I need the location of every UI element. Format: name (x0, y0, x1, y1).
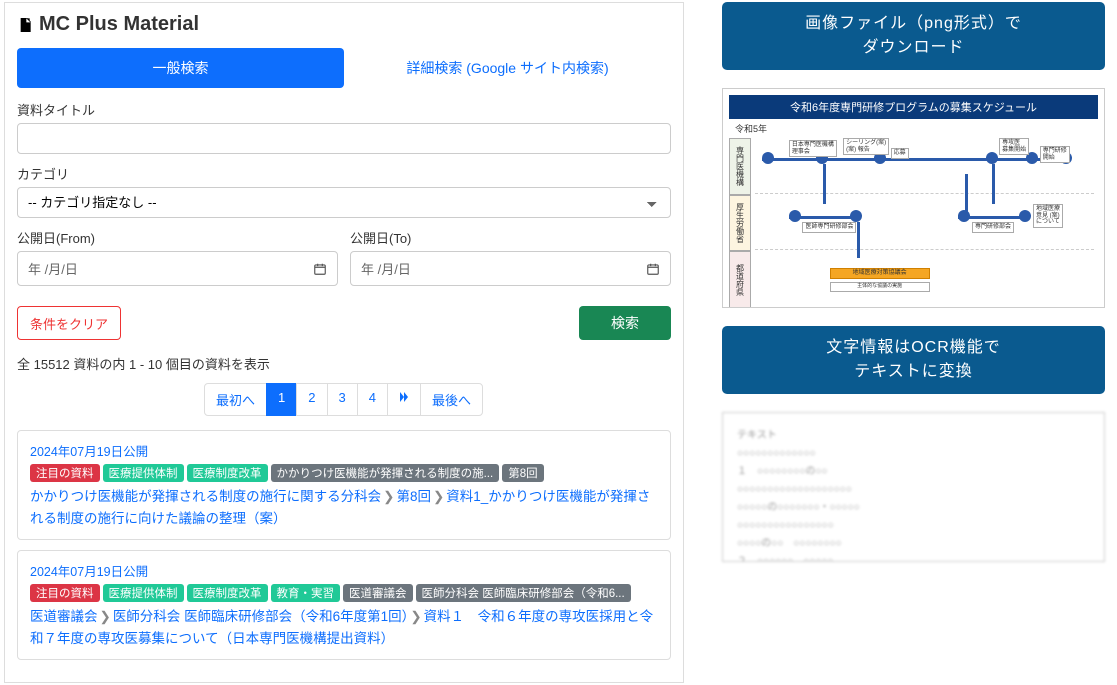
calendar-icon (646, 262, 660, 276)
chevron-right-icon: ❯ (433, 489, 444, 504)
pager-page-1[interactable]: 1 (266, 383, 297, 416)
tag[interactable]: 第8回 (502, 464, 543, 482)
result-breadcrumb: かかりつけ医機能が発揮される制度の施行に関する分科会❯第8回❯資料1_かかりつけ… (30, 486, 658, 529)
title-input[interactable] (17, 123, 671, 154)
category-field-group: カテゴリ -- カテゴリ指定なし -- (17, 164, 671, 218)
tags-row: 注目の資料医療提供体制医療制度改革かかりつけ医機能が発揮される制度の施...第8… (30, 464, 658, 482)
button-row: 条件をクリア 検索 (17, 306, 671, 340)
breadcrumb-link[interactable]: 医師分科会 医師臨床研修部会（令和6年度第1回） (113, 609, 409, 624)
result-item: 2024年07月19日公開注目の資料医療提供体制医療制度改革教育・実習医道審議会… (17, 550, 671, 660)
title-field-group: 資料タイトル (17, 100, 671, 154)
pager-last[interactable]: 最後へ (420, 383, 483, 416)
tag[interactable]: 医療提供体制 (103, 584, 184, 602)
banner1-line1: 画像ファイル（png形式）で (730, 12, 1097, 36)
category-label: カテゴリ (17, 164, 671, 183)
chart-subtitle: 令和5年 (729, 119, 1098, 138)
result-date: 2024年07月19日公開 (30, 441, 658, 460)
tag[interactable]: 注目の資料 (30, 464, 100, 482)
banner1-line2: ダウンロード (730, 36, 1097, 60)
breadcrumb-link[interactable]: かかりつけ医機能が発揮される制度の施行に関する分科会 (30, 489, 381, 504)
date-to-input[interactable]: 年 /月/日 (350, 251, 671, 286)
tag[interactable]: かかりつけ医機能が発揮される制度の施... (271, 464, 500, 482)
date-from-label: 公開日(From) (17, 228, 338, 247)
schedule-chart: 日本専門医機構理事会 シーリング(案)(案) 報告 応募 専攻医募集開始 専門研… (751, 138, 1098, 308)
download-banner: 画像ファイル（png形式）で ダウンロード (722, 2, 1105, 70)
lane-label-3: 都道府県 (729, 251, 751, 308)
tag[interactable]: 医療提供体制 (103, 464, 184, 482)
side-panel: 画像ファイル（png形式）で ダウンロード 令和6年度専門研修プログラムの募集ス… (714, 2, 1113, 683)
search-button[interactable]: 検索 (579, 306, 671, 340)
page-title-row: MC Plus Material (17, 3, 671, 42)
tag[interactable]: 医療制度改革 (187, 464, 268, 482)
pager: 最初へ 1 2 3 4 最後へ (17, 383, 671, 416)
date-range-row: 公開日(From) 年 /月/日 公開日(To) 年 /月/日 (17, 228, 671, 296)
clear-button[interactable]: 条件をクリア (17, 306, 121, 340)
date-to-placeholder: 年 /月/日 (361, 259, 411, 278)
chevron-right-icon: ❯ (383, 489, 394, 504)
tag[interactable]: 医療制度改革 (187, 584, 268, 602)
tag[interactable]: 医師分科会 医師臨床研修部会（令和6... (416, 584, 631, 602)
ocr-banner: 文字情報はOCR機能で テキストに変換 (722, 326, 1105, 394)
result-item: 2024年07月19日公開注目の資料医療提供体制医療制度改革かかりつけ医機能が発… (17, 430, 671, 540)
tag[interactable]: 注目の資料 (30, 584, 100, 602)
chevron-right-icon: ❯ (100, 609, 111, 624)
result-date: 2024年07月19日公開 (30, 561, 658, 580)
banner2-line2: テキストに変換 (730, 360, 1097, 384)
chart-title: 令和6年度専門研修プログラムの募集スケジュール (729, 95, 1098, 119)
search-tabs: 一般検索 詳細検索 (Google サイト内検索) (17, 48, 671, 88)
page-title: MC Plus Material (39, 13, 199, 36)
tag[interactable]: 医道審議会 (343, 584, 413, 602)
date-from-input[interactable]: 年 /月/日 (17, 251, 338, 286)
date-from-placeholder: 年 /月/日 (28, 259, 78, 278)
result-breadcrumb: 医道審議会❯医師分科会 医師臨床研修部会（令和6年度第1回）❯資料１ 令和６年度… (30, 606, 658, 649)
category-select[interactable]: -- カテゴリ指定なし -- (17, 187, 671, 218)
pager-page-2[interactable]: 2 (296, 383, 327, 416)
lane-label-2: 厚生労働省 (729, 195, 751, 252)
lane-label-1: 専門医機構 (729, 138, 751, 195)
image-thumbnail: 令和6年度専門研修プログラムの募集スケジュール 令和5年 専門医機構 厚生労働省… (722, 88, 1105, 308)
breadcrumb-link[interactable]: 医道審議会 (30, 609, 98, 624)
chevron-right-icon: ❯ (410, 609, 421, 624)
pager-first[interactable]: 最初へ (204, 383, 267, 416)
tab-general-search[interactable]: 一般検索 (17, 48, 344, 88)
pager-page-4[interactable]: 4 (357, 383, 388, 416)
tag[interactable]: 教育・実習 (271, 584, 341, 602)
pager-next[interactable] (387, 383, 421, 416)
title-label: 資料タイトル (17, 100, 671, 119)
tags-row: 注目の資料医療提供体制医療制度改革教育・実習医道審議会医師分科会 医師臨床研修部… (30, 584, 658, 602)
results-list: 2024年07月19日公開注目の資料医療提供体制医療制度改革かかりつけ医機能が発… (17, 430, 671, 660)
breadcrumb-link[interactable]: 第8回 (396, 489, 431, 504)
calendar-icon (313, 262, 327, 276)
tab-detail-search[interactable]: 詳細検索 (Google サイト内検索) (344, 48, 671, 88)
search-panel: MC Plus Material 一般検索 詳細検索 (Google サイト内検… (4, 2, 684, 683)
text-thumbnail: テキスト ○○○○○○○○○○○○○ １ ○○○○○○○○の○○ ○○○○○○○… (722, 412, 1105, 562)
date-to-label: 公開日(To) (350, 228, 671, 247)
banner2-line1: 文字情報はOCR機能で (730, 336, 1097, 360)
document-icon (17, 16, 33, 34)
pager-page-3[interactable]: 3 (327, 383, 358, 416)
result-count: 全 15512 資料の内 1 - 10 個目の資料を表示 (17, 354, 671, 373)
